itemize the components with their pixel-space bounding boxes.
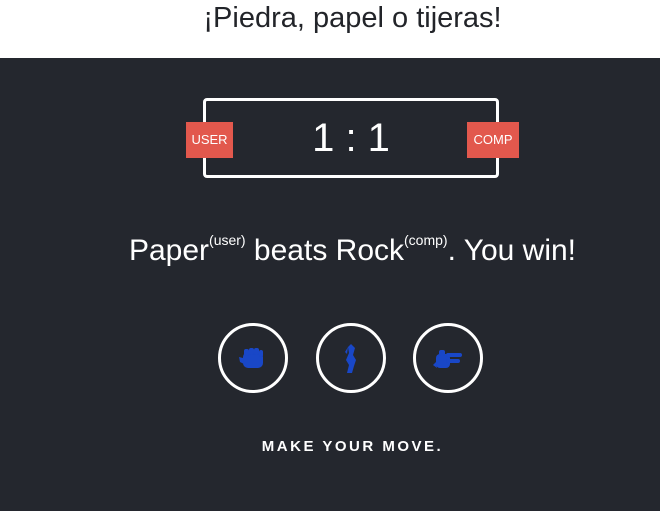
score-display: 1 : 1: [312, 116, 390, 160]
page-title: ¡Piedra, papel o tijeras!: [203, 2, 502, 34]
outcome-text: . You win!: [447, 234, 577, 267]
user-tag: (user): [209, 232, 246, 248]
fist-icon: [239, 348, 263, 368]
result-message: Paper(user) beats Rock(comp). You win!: [0, 232, 660, 268]
comp-tag: (comp): [404, 232, 448, 248]
move-prompt: MAKE YOUR MOVE.: [261, 438, 444, 455]
user-choice-text: Paper: [128, 234, 210, 267]
scissors-hand-icon: [433, 350, 462, 368]
user-badge: USER: [186, 122, 233, 158]
game-board: 1 : 1 USER COMP Paper(user) beats Rock(c…: [0, 58, 660, 511]
verb-text: beats: [245, 234, 336, 267]
comp-badge: COMP: [467, 122, 519, 158]
scissors-button[interactable]: [413, 323, 483, 393]
comp-choice-text: Rock: [335, 234, 405, 267]
open-hand-icon: [345, 344, 356, 373]
header: ¡Piedra, papel o tijeras!: [0, 0, 660, 58]
rock-button[interactable]: [218, 323, 288, 393]
paper-button[interactable]: [316, 323, 386, 393]
